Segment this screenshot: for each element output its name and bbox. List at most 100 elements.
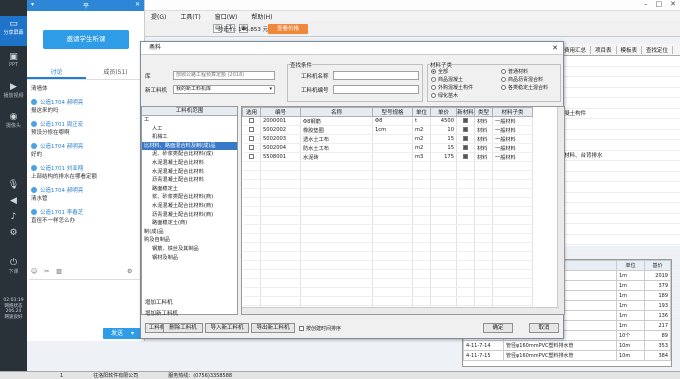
- tree-row[interactable]: [561, 77, 680, 88]
- column-header-unit[interactable]: 单位: [616, 260, 645, 271]
- tab-members[interactable]: 成员(51): [86, 66, 145, 79]
- name-input[interactable]: [333, 71, 419, 80]
- tree-item[interactable]: [142, 288, 237, 297]
- tab-template-table[interactable]: 模板表: [617, 45, 643, 54]
- table-row[interactable]: [242, 278, 533, 288]
- microphone-button[interactable]: 🎙: [0, 180, 27, 190]
- tree-item[interactable]: 水泥混凝土配合比材料: [142, 168, 237, 177]
- end-class-button[interactable]: ⏻ 下课: [0, 258, 27, 275]
- play-video-button[interactable]: ▶ 播放视频: [0, 82, 27, 99]
- tree-item[interactable]: [142, 262, 237, 271]
- table-row[interactable]: [242, 206, 533, 216]
- tree-row[interactable]: [561, 67, 680, 77]
- tree-row[interactable]: [561, 88, 680, 98]
- cancel-button[interactable]: 取消: [529, 323, 559, 333]
- select-checkbox[interactable]: [248, 153, 254, 159]
- table-row[interactable]: [242, 161, 533, 171]
- tree-item[interactable]: 人工: [142, 125, 237, 134]
- delete-material-button[interactable]: 删除工料机: [163, 323, 203, 333]
- tree-item[interactable]: 泥、砂浆类配合比材料(成): [142, 150, 237, 159]
- table-row[interactable]: [242, 179, 533, 189]
- menu-item-window[interactable]: 窗口(W): [215, 12, 238, 21]
- table-row[interactable]: [242, 296, 533, 306]
- tree-item[interactable]: 沥青混凝土配合比材料: [142, 176, 237, 185]
- table-row[interactable]: [242, 233, 533, 243]
- tree-row[interactable]: [561, 130, 680, 140]
- menu-item-tools[interactable]: 工具(T): [180, 12, 200, 21]
- menu-item[interactable]: 提(G): [151, 12, 166, 21]
- chat-input[interactable]: [29, 279, 143, 323]
- tab-project-table[interactable]: 项目表: [591, 45, 617, 54]
- image-icon[interactable]: ▨: [56, 268, 62, 277]
- column-header[interactable]: 编号: [260, 107, 301, 117]
- select-cell[interactable]: [242, 125, 261, 135]
- tree-item[interactable]: 钢筋、铁丝及其制品: [142, 245, 237, 254]
- tree-row[interactable]: [561, 214, 680, 224]
- tree-item[interactable]: 购及自制品: [142, 236, 237, 245]
- tree-row[interactable]: [561, 193, 680, 203]
- close-icon[interactable]: ✕: [135, 1, 140, 8]
- ok-button[interactable]: 确定: [483, 323, 513, 333]
- table-row[interactable]: 4-11-7-15 管径φ160mmPVC塑料排水管 10m 384: [463, 350, 671, 361]
- music-button[interactable]: ♪: [0, 212, 27, 222]
- column-header[interactable]: 单价: [430, 107, 457, 117]
- tree-item[interactable]: 水泥混凝土配合比材料: [142, 159, 237, 168]
- table-row[interactable]: [242, 170, 533, 180]
- tree-item[interactable]: 制(成)品: [142, 228, 237, 237]
- tree-row[interactable]: [561, 161, 680, 172]
- tree-row[interactable]: [561, 224, 680, 235]
- export-materials-button[interactable]: 导出新工料机: [251, 323, 295, 333]
- table-row[interactable]: [242, 242, 533, 252]
- tree-item[interactable]: 沥青混凝土配合比材料(商): [142, 211, 237, 220]
- radio-precast-members[interactable]: 外购混凝土构件: [431, 84, 473, 91]
- view-price-button[interactable]: 查看价格: [268, 24, 308, 34]
- select-checkbox[interactable]: [248, 126, 254, 132]
- tree-item[interactable]: 路面稳定土: [142, 185, 237, 194]
- table-row[interactable]: 5002004 防水土工布 m2 15 材料 一般材料: [242, 143, 533, 153]
- pin-icon[interactable]: ▾: [31, 1, 34, 8]
- tree-row[interactable]: [561, 98, 680, 109]
- radio-greening[interactable]: 绿化苗木: [431, 92, 458, 99]
- ppt-button[interactable]: ▣ PPT: [0, 52, 27, 68]
- column-header[interactable]: 选用: [242, 107, 261, 117]
- tree-row[interactable]: [561, 140, 680, 151]
- vertical-scrollbar[interactable]: [557, 107, 564, 314]
- select-cell[interactable]: [242, 134, 261, 144]
- radio-all[interactable]: 全部: [431, 68, 448, 75]
- tree-item[interactable]: 路面稳定土(商): [142, 219, 237, 228]
- column-header[interactable]: 单位: [412, 107, 431, 117]
- select-cell[interactable]: [242, 116, 261, 126]
- invite-students-button[interactable]: 邀请学生听课: [43, 30, 129, 49]
- column-header[interactable]: 型号规格: [372, 107, 413, 117]
- tree-row[interactable]: [561, 172, 680, 182]
- speaker-button[interactable]: ◀: [0, 196, 27, 206]
- maximize-icon[interactable]: □: [656, 0, 663, 8]
- tree-item[interactable]: 机械工: [142, 133, 237, 142]
- library-select[interactable]: 部颁公路工程预算定额 (2018): [173, 71, 275, 80]
- tree-row[interactable]: 材料、台背排水: [561, 151, 680, 161]
- tree-item[interactable]: 钢材及制品: [142, 254, 237, 263]
- tree-row[interactable]: [561, 203, 680, 214]
- share-screen-button[interactable]: ▭ 分享屏幕: [0, 16, 27, 46]
- table-row[interactable]: 5002002 橡胶垫圈 1cm m2 10 材料 一般材料: [242, 125, 533, 135]
- add-new-material-button[interactable]: 增加新工料机: [145, 309, 178, 317]
- table-row[interactable]: [242, 269, 533, 279]
- settings-button[interactable]: ⚙: [0, 228, 27, 238]
- tree-row[interactable]: [561, 182, 680, 193]
- tree-row[interactable]: 凝土构件: [561, 109, 680, 119]
- tree-item[interactable]: 浆、砂浆类配合比材料(商): [142, 193, 237, 202]
- column-header[interactable]: 新材料: [456, 107, 475, 117]
- table-row[interactable]: [242, 251, 533, 261]
- close-icon[interactable]: ✕: [670, 0, 676, 8]
- select-checkbox[interactable]: [248, 144, 254, 150]
- tree-row[interactable]: [561, 235, 680, 245]
- radio-general[interactable]: 普通材料: [501, 68, 528, 75]
- column-header-price[interactable]: 基价: [644, 260, 671, 271]
- table-row[interactable]: [242, 215, 533, 225]
- tab-find[interactable]: 查找定位: [642, 45, 674, 54]
- import-materials-button[interactable]: 导入新工料机: [205, 323, 249, 333]
- tree-item[interactable]: 比材料、路面混合料及制(成)品: [142, 141, 237, 151]
- send-button[interactable]: 发送 ▾: [103, 328, 141, 339]
- emoji-icon[interactable]: ☺: [31, 268, 37, 277]
- table-row[interactable]: [242, 188, 533, 198]
